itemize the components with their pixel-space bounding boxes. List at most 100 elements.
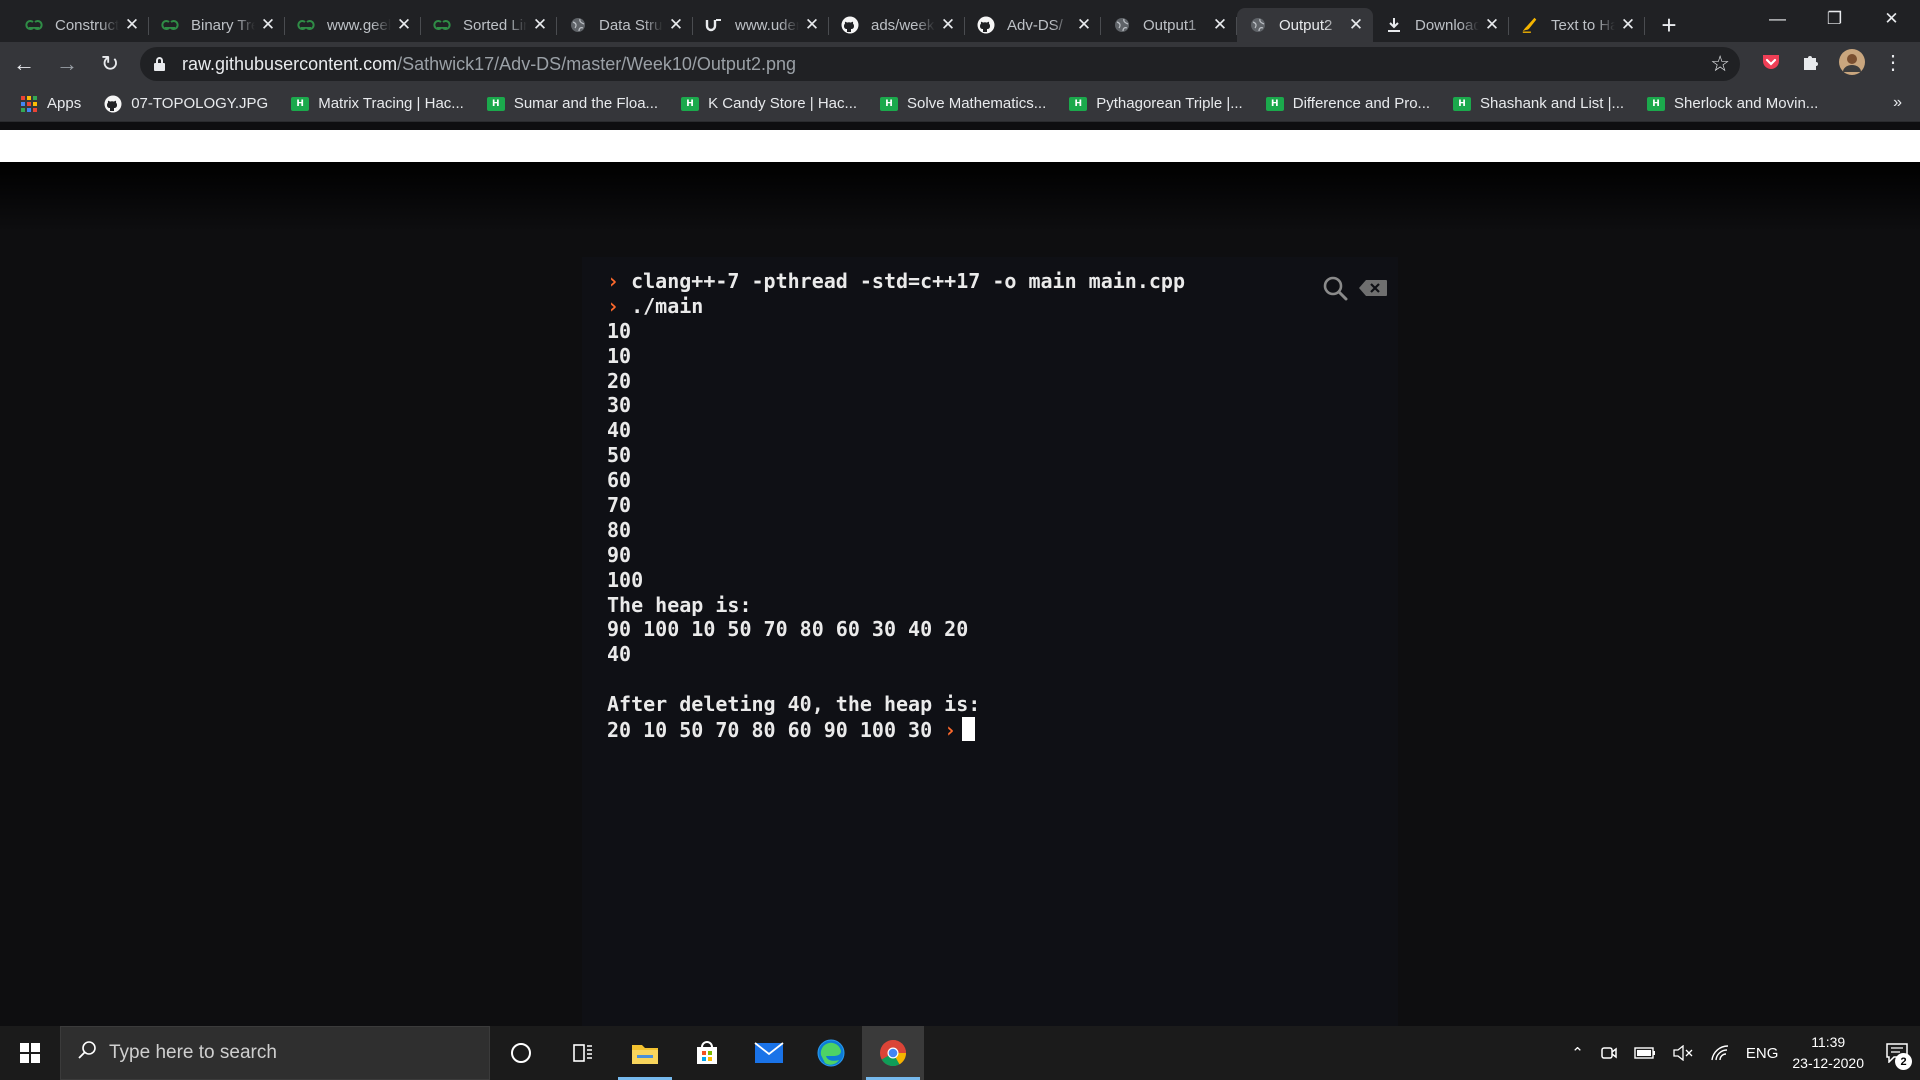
bookmark-item[interactable]: H Sherlock and Movin... xyxy=(1647,95,1818,113)
browser-tab[interactable]: Adv-DS/ ✕ xyxy=(965,8,1101,42)
browser-tab[interactable]: Data Structures✕ xyxy=(557,8,693,42)
wifi-icon[interactable] xyxy=(1710,1045,1730,1061)
bookmark-item[interactable]: H Difference and Pro... xyxy=(1265,95,1430,113)
image-shadow xyxy=(0,162,1920,232)
lock-icon[interactable] xyxy=(154,57,166,71)
output-text: 20 10 50 70 80 60 90 100 30 xyxy=(607,718,933,743)
close-tab-icon[interactable]: ✕ xyxy=(939,15,957,35)
tab-title: Binary Tree xyxy=(191,16,255,34)
more-bookmarks-icon[interactable]: » xyxy=(1893,94,1902,112)
back-arrow-icon[interactable]: ← xyxy=(5,47,43,81)
tab-title: ads/week xyxy=(871,16,935,34)
hackerrank-icon: H xyxy=(291,95,310,113)
windows-start-icon[interactable] xyxy=(0,1026,60,1080)
output-text: 100 xyxy=(607,567,644,592)
handwriting-icon xyxy=(1521,16,1539,34)
hackerrank-icon: H xyxy=(681,95,700,113)
close-tab-icon[interactable]: ✕ xyxy=(123,15,141,35)
new-tab-plus-icon[interactable]: + xyxy=(1651,8,1687,42)
prompt-arrow-icon: › xyxy=(607,293,620,318)
bookmark-item[interactable]: H Solve Mathematics... xyxy=(880,95,1046,113)
close-tab-icon[interactable]: ✕ xyxy=(531,15,549,35)
terminal-output: › clang++-7 -pthread -std=c++17 -o main … xyxy=(607,269,1185,742)
browser-tab[interactable]: Text to Handwriting✕ xyxy=(1509,8,1645,42)
output-line: 60 xyxy=(607,468,1185,493)
browser-tab[interactable]: Output1 ✕ xyxy=(1101,8,1237,42)
hackerrank-icon: H xyxy=(880,95,899,113)
bookmark-star-icon[interactable]: ☆ xyxy=(1710,51,1730,77)
github-icon xyxy=(841,16,859,34)
clock[interactable]: 11:39 23-12-2020 xyxy=(1792,1032,1864,1074)
output-text: 10 xyxy=(607,343,632,368)
microsoft-store-icon[interactable] xyxy=(676,1026,738,1080)
output-line: 90 100 10 50 70 80 60 30 40 20 xyxy=(607,617,1185,642)
action-center-icon[interactable]: 2 xyxy=(1874,1026,1920,1080)
bookmark-item[interactable]: 07-TOPOLOGY.JPG xyxy=(104,95,268,113)
bookmark-label: Apps xyxy=(47,95,82,112)
bookmark-item[interactable]: H K Candy Store | Hac... xyxy=(681,95,857,113)
bookmark-item[interactable]: H Sumar and the Floa... xyxy=(486,95,658,113)
extensions-puzzle-icon[interactable] xyxy=(1797,48,1825,76)
bookmark-label: K Candy Store | Hac... xyxy=(708,95,858,112)
close-tab-icon[interactable]: ✕ xyxy=(1619,15,1637,35)
chrome-menu-icon[interactable]: ⋮ xyxy=(1879,48,1907,76)
close-tab-icon[interactable]: ✕ xyxy=(803,15,821,35)
input-language[interactable]: ENG xyxy=(1746,1045,1779,1062)
pocket-extension-icon[interactable] xyxy=(1757,48,1785,76)
address-bar[interactable]: raw.githubusercontent.com/Sathwick17/Adv… xyxy=(140,47,1740,81)
command-line: › clang++-7 -pthread -std=c++17 -o main … xyxy=(607,269,1185,294)
close-tab-icon[interactable]: ✕ xyxy=(1075,15,1093,35)
close-tab-icon[interactable]: ✕ xyxy=(395,15,413,35)
tab-title: www.udemy xyxy=(735,16,799,34)
bookmark-item[interactable]: Apps xyxy=(20,95,81,113)
close-tab-icon[interactable]: ✕ xyxy=(1211,15,1229,35)
browser-tab[interactable]: www.udemy✕ xyxy=(693,8,829,42)
mail-icon[interactable] xyxy=(738,1026,800,1080)
close-tab-icon[interactable]: ✕ xyxy=(667,15,685,35)
restore-icon[interactable]: ❐ xyxy=(1806,0,1863,38)
file-explorer-icon[interactable] xyxy=(614,1026,676,1080)
bookmark-item[interactable]: H Pythagorean Triple |... xyxy=(1069,95,1243,113)
output-text: 90 100 10 50 70 80 60 30 40 20 xyxy=(607,617,969,642)
close-window-icon[interactable]: ✕ xyxy=(1863,0,1920,38)
browser-tab[interactable]: Sorted Linked✕ xyxy=(421,8,557,42)
search-placeholder: Type here to search xyxy=(109,1042,277,1063)
output-text: 40 xyxy=(607,642,632,667)
show-hidden-icons-chevron-icon[interactable]: ⌃ xyxy=(1571,1044,1584,1062)
cortana-icon[interactable] xyxy=(490,1026,552,1080)
tab-strip: Construct✕Binary Tree✕www.geeksforgeeks✕… xyxy=(0,0,1920,42)
geeksforgeeks-icon xyxy=(433,16,451,34)
browser-tab[interactable]: Binary Tree✕ xyxy=(149,8,285,42)
output-line: 40 xyxy=(607,642,1185,667)
meet-now-icon[interactable] xyxy=(1600,1045,1618,1061)
output-text: After deleting 40, the heap is: xyxy=(607,692,981,717)
browser-tab[interactable]: Construct ✕ xyxy=(13,8,149,42)
close-tab-icon[interactable]: ✕ xyxy=(259,15,277,35)
task-view-icon[interactable] xyxy=(552,1026,614,1080)
chrome-taskbar-icon[interactable] xyxy=(862,1026,924,1080)
bookmark-label: 07-TOPOLOGY.JPG xyxy=(131,95,269,112)
volume-muted-icon[interactable] xyxy=(1672,1045,1694,1061)
browser-tab[interactable]: www.geeksforgeeks✕ xyxy=(285,8,421,42)
bookmark-label: Sherlock and Movin... xyxy=(1674,95,1819,112)
reload-icon[interactable]: ↻ xyxy=(91,47,129,81)
battery-icon[interactable] xyxy=(1634,1047,1656,1059)
browser-tab[interactable]: ads/week ✕ xyxy=(829,8,965,42)
close-tab-icon[interactable]: ✕ xyxy=(1483,15,1501,35)
bookmark-label: Matrix Tracing | Hac... xyxy=(318,95,464,112)
browser-tab[interactable]: Downloads✕ xyxy=(1373,8,1509,42)
taskbar-search-box[interactable]: Type here to search xyxy=(60,1026,490,1080)
forward-arrow-icon[interactable]: → xyxy=(48,47,86,81)
edge-browser-icon[interactable] xyxy=(800,1026,862,1080)
browser-tab[interactable]: Output2 ✕ xyxy=(1237,8,1373,42)
output-line: 90 xyxy=(607,543,1185,568)
hackerrank-icon: H xyxy=(1069,95,1088,113)
bookmark-item[interactable]: H Shashank and List |... xyxy=(1453,95,1624,113)
download-icon xyxy=(1385,16,1403,34)
bookmark-label: Pythagorean Triple |... xyxy=(1096,95,1243,112)
close-tab-icon[interactable]: ✕ xyxy=(1347,15,1365,35)
bookmark-item[interactable]: H Matrix Tracing | Hac... xyxy=(291,95,464,113)
bookmark-label: Shashank and List |... xyxy=(1480,95,1625,112)
minimize-icon[interactable]: ― xyxy=(1749,0,1806,38)
profile-avatar[interactable] xyxy=(1838,48,1866,76)
